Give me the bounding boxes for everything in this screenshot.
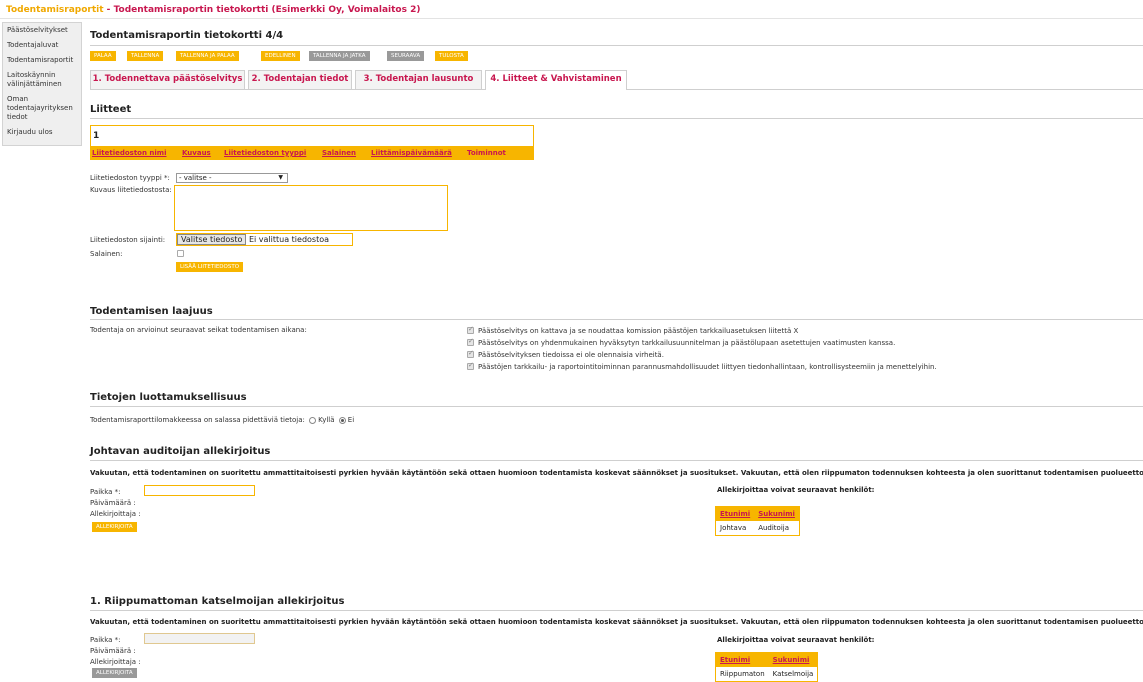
breadcrumb: Todentamisraportit - Todentamisraportin … bbox=[0, 0, 1143, 19]
signers-column-sukunimi[interactable]: Sukunimi bbox=[754, 506, 800, 521]
tab-todentajan-tiedot[interactable]: 2. Todentajan tiedot bbox=[248, 70, 352, 89]
sidebar-item-todentajaluvat[interactable]: Todentajaluvat bbox=[3, 38, 81, 53]
attachment-row-number: 1 bbox=[93, 131, 100, 141]
choose-file-button[interactable]: Valitse tiedosto bbox=[177, 234, 247, 245]
attachments-table-header: Liitetiedoston nimi Kuvaus Liitetiedosto… bbox=[91, 146, 533, 160]
attachment-secret-checkbox[interactable] bbox=[177, 250, 184, 257]
confidentiality-no-label: Ei bbox=[347, 416, 355, 424]
lead-auditor-date-label: Päivämäärä : bbox=[90, 499, 136, 507]
attachment-type-select[interactable]: - valitse - ▼ bbox=[176, 173, 288, 183]
reviewer-place-input[interactable] bbox=[144, 633, 255, 644]
lead-auditor-signers-table: Etunimi Sukunimi Johtava Auditoija bbox=[715, 506, 800, 536]
scope-title: Todentamisen laajuus bbox=[90, 306, 213, 317]
column-liitetiedoston-nimi[interactable]: Liitetiedoston nimi bbox=[92, 149, 166, 157]
attachment-description-textarea[interactable] bbox=[174, 185, 448, 231]
scope-checkbox-2[interactable] bbox=[467, 337, 474, 346]
reviewer-place-label: Paikka *: bbox=[90, 636, 121, 644]
attachments-title: Liitteet bbox=[90, 104, 132, 115]
back-button[interactable]: PALAA bbox=[90, 51, 116, 61]
sidebar-item-paastoselvitykset[interactable]: Päästöselvitykset bbox=[3, 23, 81, 38]
signer-last-name: Katselmoija bbox=[772, 670, 814, 678]
attachment-description-label: Kuvaus liitetiedostosta: bbox=[90, 186, 172, 194]
attachment-location-label: Liitetiedoston sijainti: bbox=[90, 236, 166, 244]
confidentiality-no-radio[interactable] bbox=[338, 416, 346, 424]
breadcrumb-current: Todentamisraportin tietokortti (Esimerkk… bbox=[113, 5, 421, 15]
add-attachment-button[interactable]: LISÄÄ LIITETIEDOSTO bbox=[176, 262, 244, 272]
scope-item-2: Päästöselvitys on yhdenmukainen hyväksyt… bbox=[478, 339, 896, 347]
confidentiality-yes-label: Kyllä bbox=[318, 416, 335, 424]
column-toiminnot: Toiminnot bbox=[467, 149, 506, 157]
sidebar-item-todentamisraportit[interactable]: Todentamisraportit bbox=[3, 53, 81, 68]
sidebar: Päästöselvitykset Todentajaluvat Todenta… bbox=[2, 22, 82, 146]
page-title: Todentamisraportin tietokortti 4/4 bbox=[90, 30, 284, 41]
divider bbox=[90, 118, 1143, 119]
confidentiality-title: Tietojen luottamuksellisuus bbox=[90, 392, 247, 403]
divider bbox=[90, 319, 1143, 320]
table-row: Johtava Auditoija bbox=[716, 521, 800, 536]
table-row: Riippumaton Katselmoija bbox=[716, 667, 818, 682]
tab-todennettava-paastoselvitys[interactable]: 1. Todennettava päästöselvitys bbox=[90, 70, 245, 89]
column-salainen[interactable]: Salainen bbox=[322, 149, 356, 157]
divider bbox=[90, 460, 1143, 461]
reviewer-signers-table: Etunimi Sukunimi Riippumaton Katselmoija bbox=[715, 652, 819, 682]
signers-column-etunimi[interactable]: Etunimi bbox=[715, 652, 769, 667]
confidentiality-question: Todentamisraporttilomakkeessa on salassa… bbox=[90, 416, 354, 424]
lead-auditor-sign-button[interactable]: ALLEKIRJOITA bbox=[92, 522, 137, 532]
sidebar-item-laitoskaynnin-valinjattaminen[interactable]: Laitoskäynnin välinjättäminen bbox=[3, 68, 81, 92]
scope-checkbox-1[interactable] bbox=[467, 325, 474, 334]
scope-item-3: Päästöselvityksen tiedoissa ei ole olenn… bbox=[478, 351, 664, 359]
breadcrumb-separator: - bbox=[103, 5, 114, 15]
attachment-type-value: - valitse - bbox=[179, 174, 212, 182]
reviewer-signature-title: 1. Riippumattoman katselmoijan allekirjo… bbox=[90, 596, 345, 607]
column-liitetiedoston-tyyppi[interactable]: Liitetiedoston tyyppi bbox=[224, 149, 306, 157]
lead-auditor-signers-title: Allekirjoittaa voivat seuraavat henkilöt… bbox=[717, 486, 875, 494]
divider bbox=[90, 406, 1143, 407]
divider bbox=[90, 610, 1143, 611]
lead-auditor-statement: Vakuutan, että todentaminen on suoritett… bbox=[90, 469, 1143, 477]
sidebar-item-oman-todentajayrityksen-tiedot[interactable]: Oman todentajayrityksen tiedot bbox=[3, 92, 81, 125]
reviewer-statement: Vakuutan, että todentaminen on suoritett… bbox=[90, 618, 1143, 626]
reviewer-signer-label: Allekirjoittaja : bbox=[90, 658, 141, 666]
scope-item-1: Päästöselvitys on kattava ja se noudatta… bbox=[478, 327, 799, 335]
scope-checkbox-4[interactable] bbox=[467, 361, 474, 370]
file-status-text: Ei valittua tiedostoa bbox=[248, 235, 330, 244]
scope-checkbox-3[interactable] bbox=[467, 349, 474, 358]
signers-column-etunimi[interactable]: Etunimi bbox=[715, 506, 755, 521]
chevron-down-icon: ▼ bbox=[278, 174, 283, 181]
save-and-continue-button[interactable]: TALLENNA JA JATKA bbox=[309, 51, 370, 61]
sidebar-item-kirjaudu-ulos[interactable]: Kirjaudu ulos bbox=[3, 125, 81, 140]
attachments-table: 1 Liitetiedoston nimi Kuvaus Liitetiedos… bbox=[90, 125, 534, 160]
previous-button[interactable]: EDELLINEN bbox=[261, 51, 300, 61]
signer-first-name: Riippumaton bbox=[720, 670, 765, 678]
reviewer-signers-title: Allekirjoittaa voivat seuraavat henkilöt… bbox=[717, 636, 875, 644]
breadcrumb-root-link[interactable]: Todentamisraportit bbox=[6, 5, 104, 15]
main-content: Todentamisraportin tietokortti 4/4 PALAA… bbox=[90, 22, 1143, 682]
save-and-return-button[interactable]: TALLENNA JA PALAA bbox=[176, 51, 239, 61]
signer-first-name: Johtava bbox=[720, 524, 747, 532]
divider bbox=[90, 45, 1143, 46]
next-button[interactable]: SEURAAVA bbox=[387, 51, 425, 61]
attachment-secret-label: Salainen: bbox=[90, 250, 123, 258]
lead-auditor-signer-label: Allekirjoittaja : bbox=[90, 510, 141, 518]
reviewer-date-label: Päivämäärä : bbox=[90, 647, 136, 655]
save-button[interactable]: TALLENNA bbox=[127, 51, 164, 61]
signers-column-sukunimi[interactable]: Sukunimi bbox=[768, 652, 818, 667]
tab-liitteet-vahvistaminen[interactable]: 4. Liitteet & Vahvistaminen bbox=[485, 70, 627, 90]
attachment-file-input[interactable]: Valitse tiedosto Ei valittua tiedostoa bbox=[176, 233, 353, 246]
reviewer-sign-button[interactable]: ALLEKIRJOITA bbox=[92, 668, 137, 678]
column-kuvaus[interactable]: Kuvaus bbox=[182, 149, 211, 157]
tab-todentajan-lausunto[interactable]: 3. Todentajan lausunto bbox=[355, 70, 482, 89]
lead-auditor-place-label: Paikka *: bbox=[90, 488, 121, 496]
lead-auditor-signature-title: Johtavan auditoijan allekirjoitus bbox=[90, 446, 271, 457]
column-liittamispaivamaara[interactable]: Liittämispäivämäärä bbox=[371, 149, 452, 157]
confidentiality-question-text: Todentamisraporttilomakkeessa on salassa… bbox=[90, 416, 305, 424]
confidentiality-yes-radio[interactable] bbox=[309, 416, 317, 424]
attachment-type-label: Liitetiedoston tyyppi *: bbox=[90, 174, 170, 182]
signer-last-name: Auditoija bbox=[758, 524, 790, 532]
scope-item-4: Päästöjen tarkkailu- ja raportointitoimi… bbox=[478, 363, 937, 371]
print-button[interactable]: TULOSTA bbox=[435, 51, 468, 61]
lead-auditor-place-input[interactable] bbox=[144, 485, 255, 496]
scope-intro: Todentaja on arvioinut seuraavat seikat … bbox=[90, 326, 307, 334]
